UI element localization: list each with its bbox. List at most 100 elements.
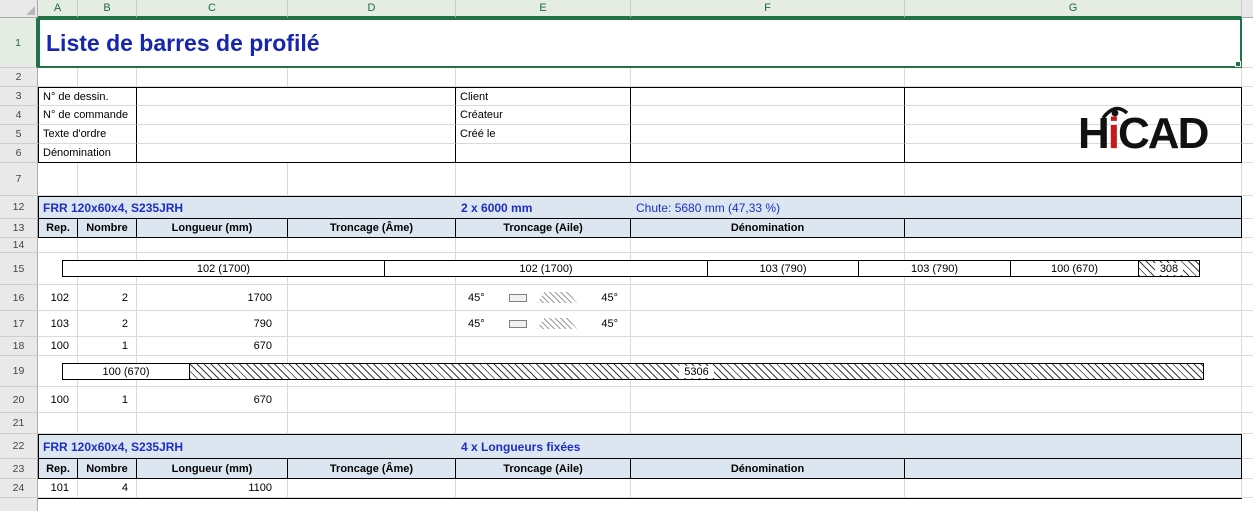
header-troncage-ame[interactable]: Troncage (Âme) [288, 459, 456, 479]
cell[interactable] [905, 337, 1242, 356]
header-rep[interactable]: Rep. [38, 219, 78, 238]
column-header-d[interactable]: D [288, 0, 456, 18]
header-troncage-ame[interactable]: Troncage (Âme) [288, 219, 456, 238]
cell-longueur[interactable]: 1100 [137, 479, 288, 498]
cell-nombre[interactable]: 4 [78, 479, 137, 498]
row-header-24[interactable]: 24 [0, 479, 38, 498]
cell-troncage-aile[interactable] [456, 479, 631, 498]
cell-rep[interactable]: 100 [38, 337, 78, 356]
cell-client-label[interactable]: Client [456, 87, 631, 106]
row-header-17[interactable]: 17 [0, 311, 38, 337]
row-header-5[interactable]: 5 [0, 125, 38, 144]
cell-denomination[interactable] [631, 311, 905, 337]
cell[interactable] [38, 413, 78, 434]
cell[interactable] [631, 238, 905, 253]
section2-band[interactable]: FRR 120x60x4, S235JRH 4 x Longueurs fixé… [38, 434, 1242, 459]
cell[interactable] [456, 144, 631, 163]
row-header-7[interactable]: 7 [0, 163, 38, 196]
cell-ordertext-label[interactable]: Texte d'ordre [38, 125, 137, 144]
cell[interactable] [288, 413, 456, 434]
column-header-a[interactable]: A [38, 0, 78, 18]
cell[interactable] [78, 238, 137, 253]
row-header-21[interactable]: 21 [0, 413, 38, 434]
cell[interactable] [38, 163, 78, 196]
cell-nombre[interactable]: 1 [78, 387, 137, 413]
row-header-19[interactable]: 19 [0, 356, 38, 387]
cell-troncage-ame[interactable] [288, 479, 456, 498]
row-header-13[interactable]: 13 [0, 219, 38, 238]
cell-longueur[interactable]: 1700 [137, 285, 288, 311]
cell-rep[interactable]: 100 [38, 387, 78, 413]
cell[interactable] [456, 163, 631, 196]
cell[interactable] [38, 68, 78, 87]
row-header-16[interactable]: 16 [0, 285, 38, 311]
cell[interactable] [137, 238, 288, 253]
column-header-f[interactable]: F [631, 0, 905, 18]
cell[interactable] [288, 163, 456, 196]
row-header-4[interactable]: 4 [0, 106, 38, 125]
row-header-14[interactable]: 14 [0, 238, 38, 253]
cell[interactable] [137, 413, 288, 434]
cell-longueur[interactable]: 790 [137, 311, 288, 337]
title-cell[interactable]: Liste de barres de profilé [38, 18, 1242, 68]
cell-troncage-aile[interactable]: 45° 45° [456, 285, 631, 311]
cell[interactable] [631, 163, 905, 196]
cell[interactable] [905, 238, 1242, 253]
cell-troncage-aile[interactable] [456, 337, 631, 356]
cell[interactable] [137, 163, 288, 196]
header-denomination[interactable]: Dénomination [631, 459, 905, 479]
cell[interactable] [288, 238, 456, 253]
cell[interactable] [456, 68, 631, 87]
cell-drawing-value[interactable] [137, 87, 456, 106]
row-header-18[interactable]: 18 [0, 337, 38, 356]
cell-denomination[interactable] [631, 337, 905, 356]
cell[interactable] [137, 68, 288, 87]
cell-rep[interactable]: 101 [38, 479, 78, 498]
row-header-15[interactable]: 15 [0, 253, 38, 285]
hicad-logo[interactable]: HiCAD [1078, 94, 1220, 156]
fill-handle[interactable] [1235, 61, 1241, 67]
column-header-b[interactable]: B [78, 0, 137, 18]
row-header-3[interactable]: 3 [0, 87, 38, 106]
column-header-c[interactable]: C [137, 0, 288, 18]
cell[interactable] [288, 68, 456, 87]
cell-nombre[interactable]: 1 [78, 337, 137, 356]
cell-denomination[interactable] [631, 479, 905, 498]
cell[interactable] [905, 479, 1242, 498]
section1-band[interactable]: FRR 120x60x4, S235JRH 2 x 6000 mm Chute:… [38, 196, 1242, 219]
header-nombre[interactable]: Nombre [78, 459, 137, 479]
cell[interactable] [631, 68, 905, 87]
cell-drawing-label[interactable]: N° de dessin. [38, 87, 137, 106]
row-header-25[interactable] [0, 498, 38, 511]
cell[interactable] [631, 413, 905, 434]
column-header-g[interactable]: G [905, 0, 1242, 18]
cell-denomination-value[interactable] [137, 144, 456, 163]
cell-nombre[interactable]: 2 [78, 311, 137, 337]
header-longueur[interactable]: Longueur (mm) [137, 459, 288, 479]
cell-created-label[interactable]: Créé le [456, 125, 631, 144]
header-empty[interactable] [905, 459, 1242, 479]
cell-creator-value[interactable] [631, 106, 905, 125]
cell-rep[interactable]: 102 [38, 285, 78, 311]
cell[interactable] [38, 238, 78, 253]
header-rep[interactable]: Rep. [38, 459, 78, 479]
row-header-6[interactable]: 6 [0, 144, 38, 163]
header-troncage-aile[interactable]: Troncage (Aile) [456, 219, 631, 238]
cell-denomination[interactable] [631, 285, 905, 311]
cell[interactable] [905, 311, 1242, 337]
cell[interactable] [78, 413, 137, 434]
cell[interactable] [905, 285, 1242, 311]
header-denomination[interactable]: Dénomination [631, 219, 905, 238]
cell[interactable] [905, 413, 1242, 434]
cell-denomination[interactable] [631, 387, 905, 413]
cell-client-value[interactable] [631, 87, 905, 106]
cell-denomination-label[interactable]: Dénomination [38, 144, 137, 163]
column-header-e[interactable]: E [456, 0, 631, 18]
row-header-23[interactable]: 23 [0, 459, 38, 479]
cell[interactable] [905, 387, 1242, 413]
cell[interactable] [631, 144, 905, 163]
cell-troncage-aile[interactable]: 45° 45° [456, 311, 631, 337]
cell[interactable] [905, 68, 1242, 87]
cell-creator-label[interactable]: Créateur [456, 106, 631, 125]
cell-troncage-ame[interactable] [288, 311, 456, 337]
